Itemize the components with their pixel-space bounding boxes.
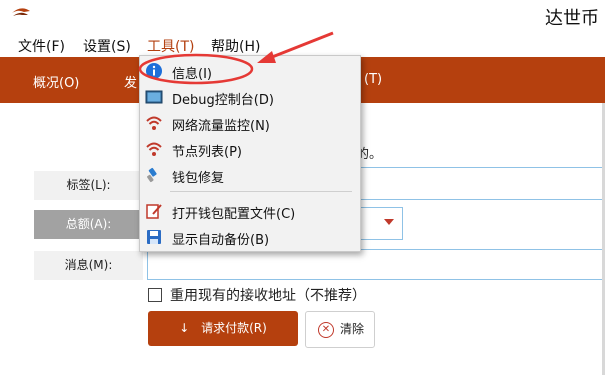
- label-input[interactable]: [355, 167, 605, 200]
- menu-tools[interactable]: 工具(T): [147, 36, 194, 56]
- label-field-label: 标签(L):: [34, 171, 143, 200]
- menu-item-network-monitor[interactable]: 网络流量监控(N): [140, 111, 360, 136]
- menu-item-network-monitor-label: 网络流量监控(N): [172, 119, 270, 134]
- tools-menu: 信息(I) Debug控制台(D) 网络流量监控(N) 节点列表(P) 钱包修复: [139, 55, 361, 252]
- console-icon: [145, 90, 163, 104]
- menu-bar: 文件(F) 设置(S) 工具(T) 帮助(H): [0, 32, 605, 57]
- menu-item-info[interactable]: 信息(I): [140, 59, 360, 84]
- request-payment-button[interactable]: ↓ 请求付款(R): [148, 311, 298, 346]
- clear-label: 清除: [340, 322, 365, 336]
- peers-icon: [146, 142, 162, 156]
- window-title: 达世币: [545, 8, 599, 29]
- chevron-down-icon[interactable]: [384, 219, 394, 225]
- request-payment-label: 请求付款(R): [201, 321, 267, 335]
- menu-item-debug-console[interactable]: Debug控制台(D): [140, 85, 360, 110]
- menu-item-open-config-label: 打开钱包配置文件(C): [172, 207, 296, 222]
- menu-file[interactable]: 文件(F): [18, 36, 65, 56]
- network-icon: [146, 116, 162, 130]
- menu-item-show-backups-label: 显示自动备份(B): [172, 233, 270, 248]
- clear-icon: ✕: [318, 321, 334, 338]
- message-input[interactable]: [147, 249, 605, 280]
- menu-separator: [170, 191, 352, 192]
- menu-item-wallet-repair[interactable]: 钱包修复: [140, 163, 360, 188]
- menu-item-show-backups[interactable]: 显示自动备份(B): [140, 225, 360, 250]
- menu-help[interactable]: 帮助(H): [211, 36, 260, 56]
- arrow-down-icon: ↓: [179, 321, 190, 335]
- repair-icon: [147, 167, 157, 183]
- app-logo-icon: [12, 8, 30, 16]
- reuse-address-label[interactable]: 重用现有的接收地址（不推荐）: [170, 285, 366, 305]
- menu-item-open-config[interactable]: 打开钱包配置文件(C): [140, 199, 360, 224]
- menu-item-wallet-repair-label: 钱包修复: [172, 171, 225, 186]
- reuse-address-checkbox[interactable]: [148, 288, 162, 302]
- menu-item-peers-list[interactable]: 节点列表(P): [140, 137, 360, 162]
- menu-item-peers-list-label: 节点列表(P): [172, 145, 242, 160]
- edit-icon: [146, 204, 162, 219]
- tab-overview[interactable]: 概况(O): [33, 72, 79, 91]
- save-icon: [147, 230, 161, 244]
- amount-unit-select[interactable]: [355, 207, 403, 240]
- menu-item-info-label: 信息(I): [172, 67, 212, 82]
- menu-settings[interactable]: 设置(S): [83, 36, 131, 56]
- amount-field-label: 总额(A):: [34, 210, 143, 239]
- title-bar: 达世币: [0, 0, 605, 32]
- tab-transactions[interactable]: (T): [364, 72, 382, 87]
- message-field-label: 消息(M):: [34, 251, 143, 280]
- menu-item-debug-console-label: Debug控制台(D): [172, 93, 274, 108]
- tab-send[interactable]: 发: [124, 72, 137, 91]
- clear-button[interactable]: ✕ 清除: [305, 311, 375, 348]
- info-icon: [146, 63, 162, 79]
